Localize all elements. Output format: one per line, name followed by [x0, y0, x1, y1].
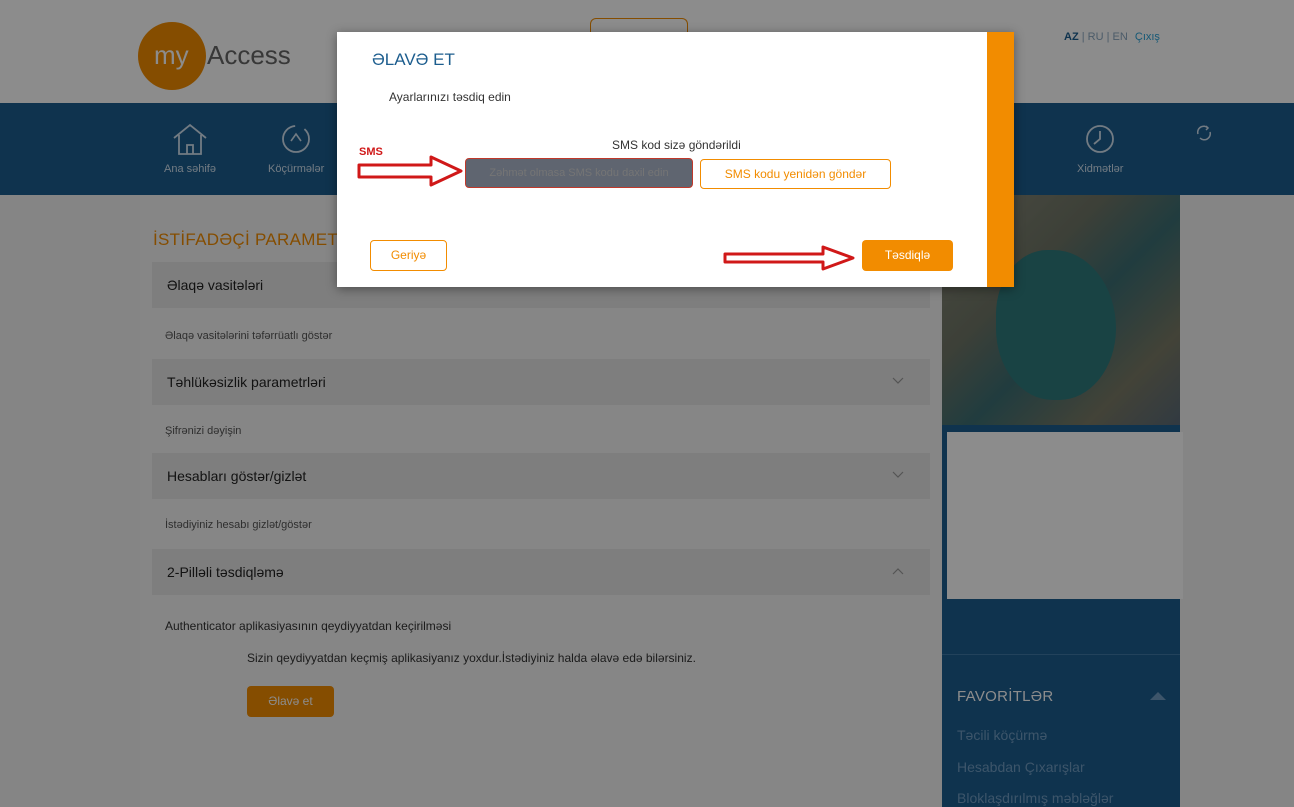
sms-code-input[interactable]	[465, 158, 693, 188]
page: my Access AZ | RU | EN Çıxış Ana səhifə …	[0, 0, 1294, 807]
sms-sent-notice: SMS kod sizə göndərildi	[612, 138, 741, 152]
modal-subtitle: Ayarlarınızı təsdiq edin	[389, 90, 511, 104]
back-button[interactable]: Geriyə	[370, 240, 447, 271]
modal-accent-strip	[987, 32, 1014, 287]
confirm-button[interactable]: Təsdiqlə	[862, 240, 953, 271]
annotation-arrow-icon	[723, 245, 855, 271]
annotation-arrow-icon	[357, 155, 463, 187]
modal-title: ƏLAVƏ ET	[372, 50, 455, 69]
resend-sms-button[interactable]: SMS kodu yenidən göndər	[700, 159, 891, 189]
confirm-modal: ƏLAVƏ ET Ayarlarınızı təsdiq edin SMS ko…	[337, 32, 1014, 287]
